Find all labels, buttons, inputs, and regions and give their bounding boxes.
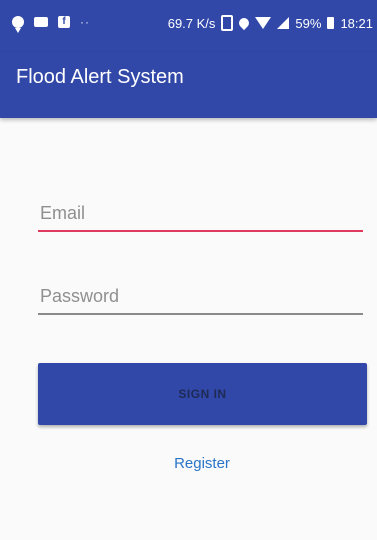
email-field[interactable] [38,203,363,232]
signal-icon [277,17,290,29]
email-field-container [38,203,363,232]
sign-in-button[interactable]: SIGN IN [38,363,367,425]
app-title: Flood Alert System [16,66,184,88]
clock: 18:21 [340,15,373,31]
register-link[interactable]: Register [0,455,377,472]
app-bar: Flood Alert System [0,52,377,118]
vibrate-icon [221,15,234,31]
video-icon [34,17,48,27]
facebook-icon: f [58,16,70,28]
status-bar-notifications: f ·· [12,15,90,33]
status-bar: f ·· 69.7 K/s 59% 18:21 [0,0,377,52]
login-screen: f ·· 69.7 K/s 59% 18:21 Flood Alert Syst… [0,0,377,540]
battery-icon [327,17,335,29]
wifi-icon [255,17,272,29]
battery-percent: 59% [295,15,322,31]
password-field-container [38,286,363,315]
password-field[interactable] [38,286,363,315]
dots-icon: ·· [80,15,90,29]
chat-icon [12,16,24,33]
status-bar-system: 69.7 K/s 59% 18:21 [168,15,373,31]
location-pin-icon [237,15,252,31]
network-speed: 69.7 K/s [167,15,216,31]
